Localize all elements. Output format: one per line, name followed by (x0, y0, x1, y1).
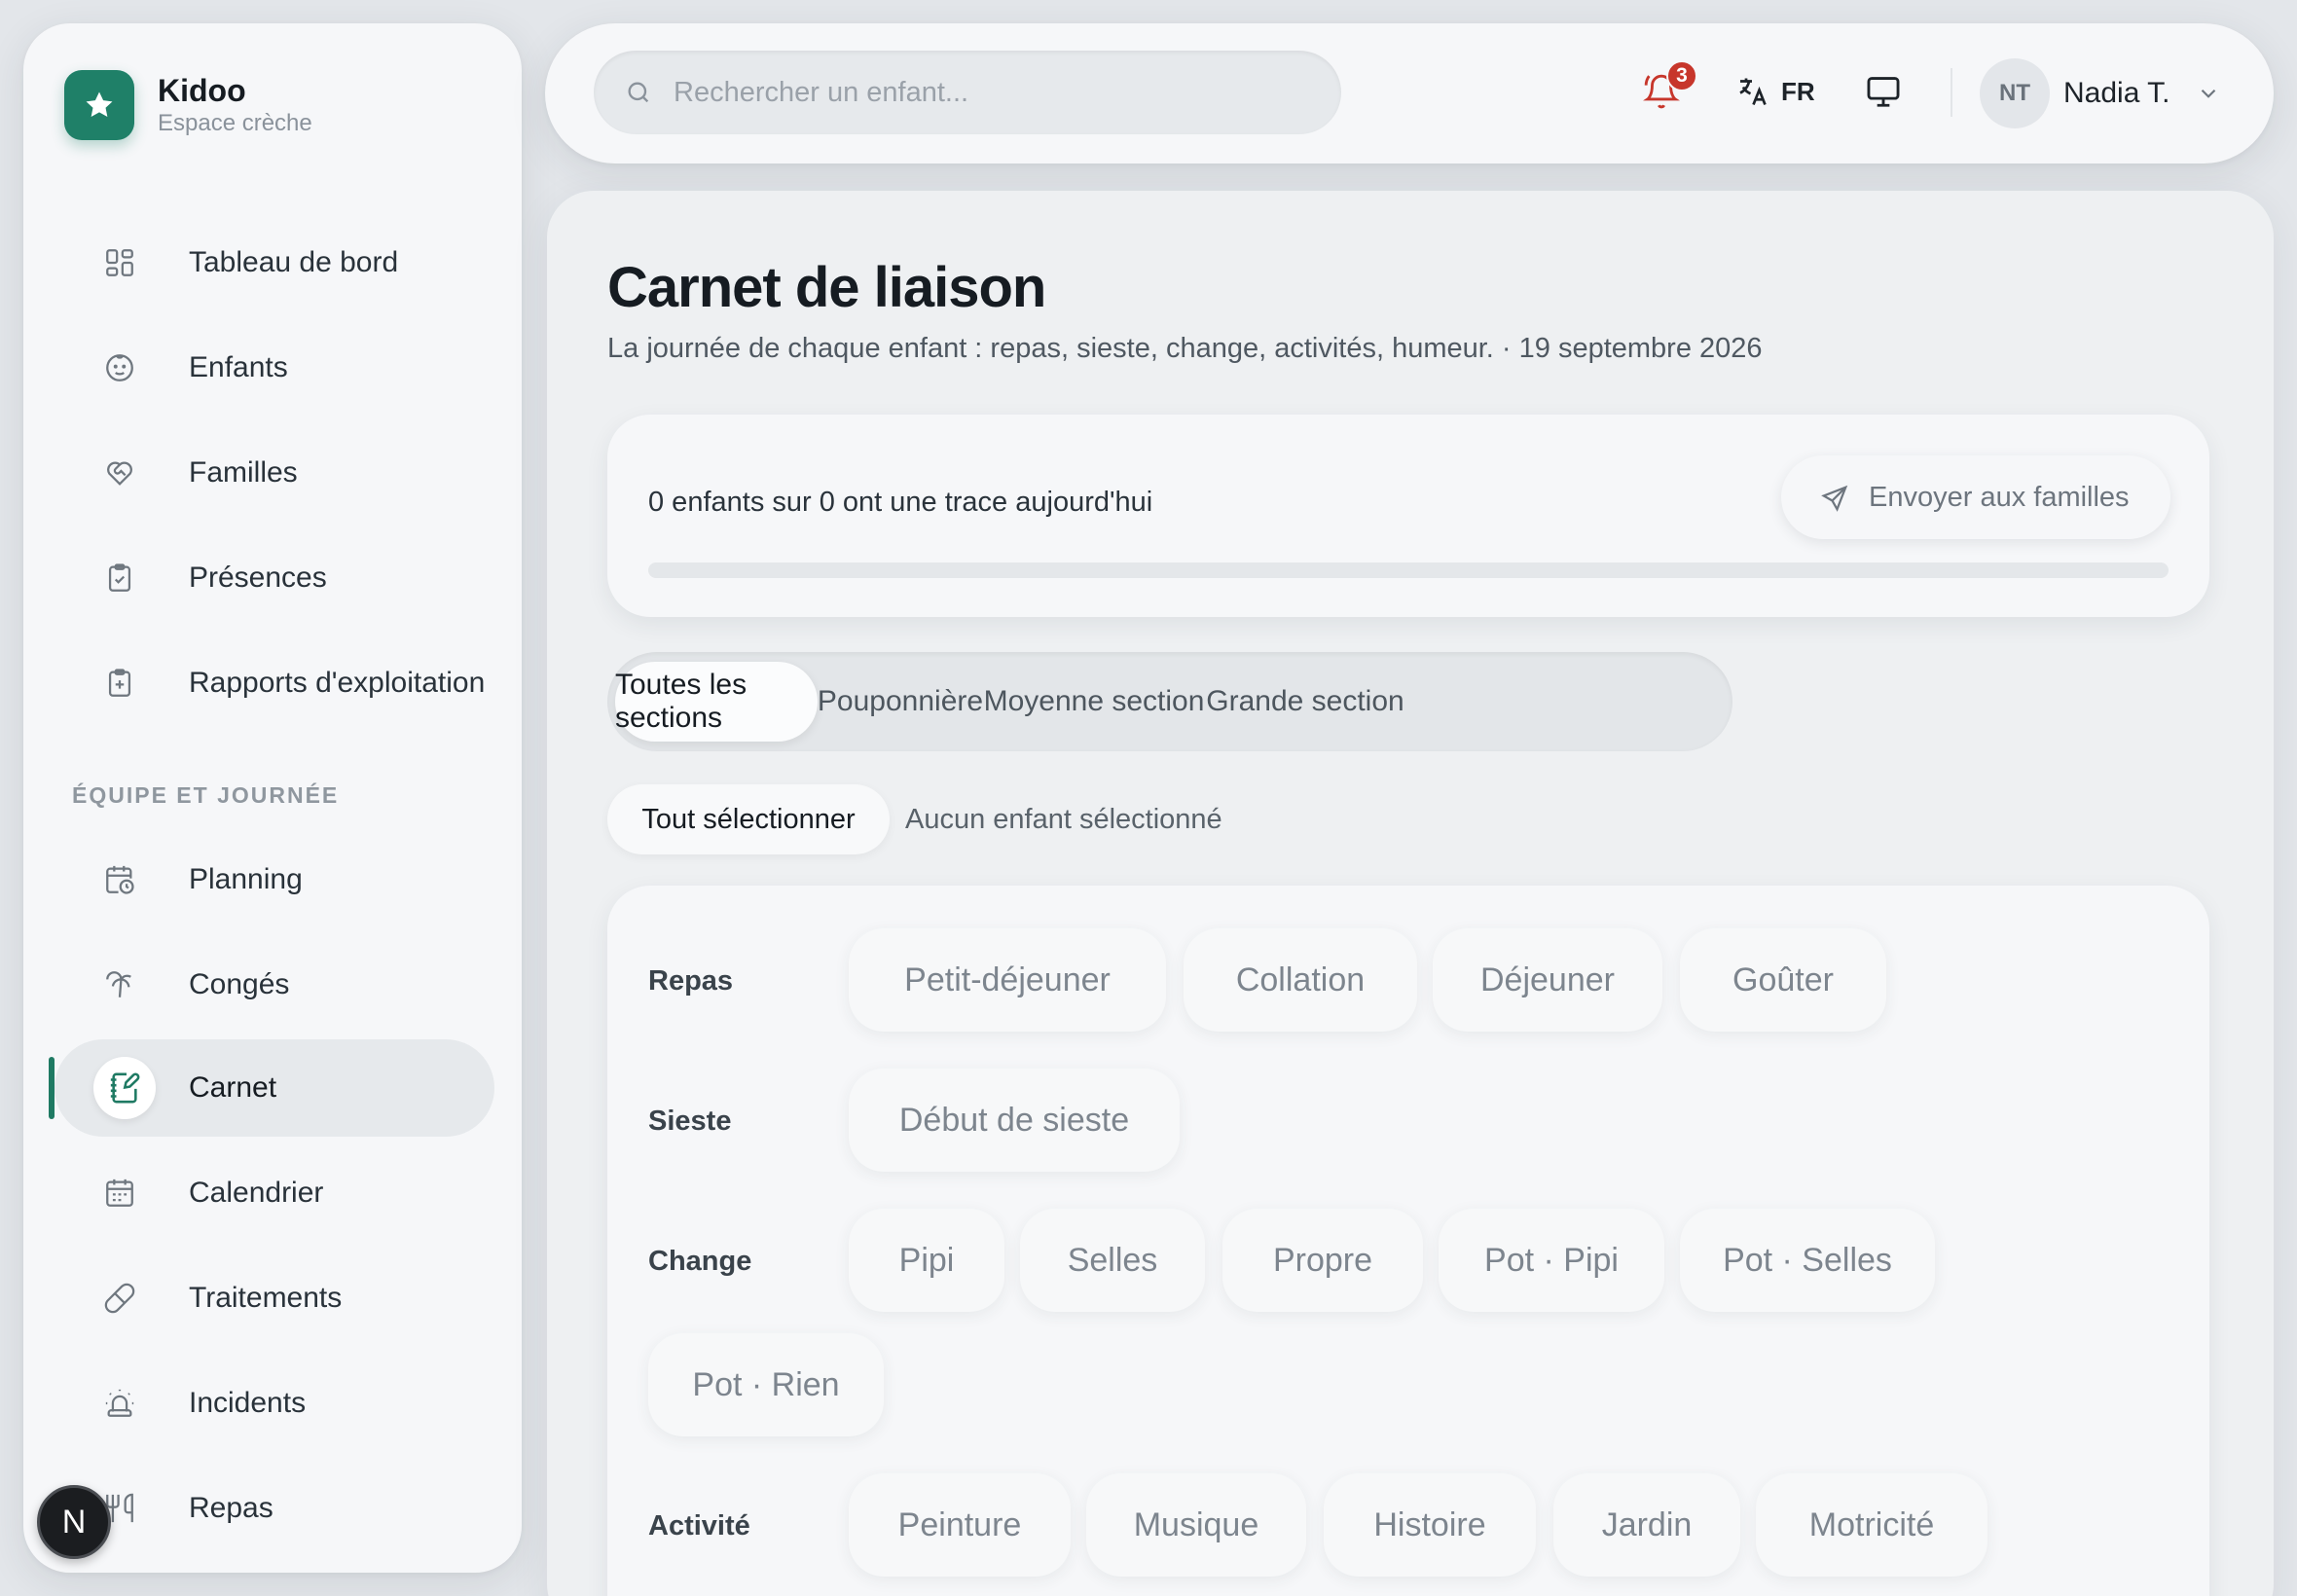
sidebar-item-presences[interactable]: Présences (55, 529, 494, 627)
page-title: Carnet de liaison (607, 256, 1046, 319)
main-panel: Carnet de liaison La journée de chaque e… (547, 191, 2274, 1596)
progress-text: 0 enfants sur 0 ont une trace aujourd'hu… (648, 487, 1153, 518)
sidebar-item-conges[interactable]: Congés (55, 936, 494, 1034)
chip-debut-de-sieste[interactable]: Début de sieste (849, 1069, 1180, 1172)
chip-histoire[interactable]: Histoire (1324, 1473, 1536, 1577)
chip-dejeuner[interactable]: Déjeuner (1433, 928, 1662, 1032)
tab-moyenne-section[interactable]: Moyenne section (983, 662, 1205, 742)
search-icon (628, 82, 649, 103)
chip-motricite[interactable]: Motricité (1756, 1473, 1987, 1577)
send-to-families-button[interactable]: Envoyer aux familles (1781, 455, 2170, 539)
sidebar-item-incidents[interactable]: Incidents (55, 1355, 494, 1452)
notification-count-badge: 3 (1666, 60, 1697, 91)
progress-card: 0 enfants sur 0 ont une trace aujourd'hu… (607, 415, 2209, 617)
language-switcher[interactable]: FR (1734, 72, 1815, 111)
chip-musique[interactable]: Musique (1086, 1473, 1306, 1577)
select-all-button[interactable]: Tout sélectionner (607, 784, 890, 854)
dev-tools-badge[interactable]: N (37, 1485, 111, 1559)
clipboard-plus-icon (108, 669, 131, 697)
calendar-icon (106, 1179, 133, 1207)
chip-jardin[interactable]: Jardin (1553, 1473, 1740, 1577)
siren-icon (105, 1389, 134, 1417)
sidebar-item-label: Traitements (189, 1282, 343, 1314)
search-input[interactable] (674, 68, 1316, 117)
language-label: FR (1781, 76, 1815, 106)
tab-pouponniere[interactable]: Pouponnière (818, 662, 983, 742)
topbar: 3 FR NT Nadia T. (545, 23, 2274, 163)
translate-icon (1739, 78, 1767, 106)
notifications-button[interactable]: 3 (1643, 60, 1697, 111)
chip-petit-dejeuner[interactable]: Petit-déjeuner (849, 928, 1166, 1032)
chip-selles[interactable]: Selles (1020, 1209, 1205, 1312)
sidebar-item-label: Carnet (189, 1071, 277, 1104)
chip-collation[interactable]: Collation (1184, 928, 1417, 1032)
user-name: Nadia T. (2063, 77, 2170, 109)
progress-bar (648, 562, 2169, 578)
calendar-clock-icon (106, 865, 134, 894)
row-label-sieste: Sieste (648, 1106, 732, 1137)
star-logo-icon (64, 70, 134, 140)
monitor-icon (1867, 77, 1900, 107)
dashboard-icon (106, 249, 133, 276)
sidebar-item-carnet[interactable]: Carnet (55, 1039, 494, 1137)
sidebar-item-label: Présences (189, 562, 327, 594)
sidebar-item-label: Congés (189, 968, 290, 1000)
palm-tree-icon (106, 971, 131, 998)
brand-name: Kidoo (158, 73, 246, 108)
selection-status: Aucun enfant sélectionné (905, 804, 1222, 835)
sidebar-section-title: ÉQUIPE ET JOURNÉE (72, 782, 340, 808)
send-icon (1821, 485, 1848, 512)
sidebar-item-traitements[interactable]: Traitements (55, 1250, 494, 1347)
avatar: NT (1980, 58, 2050, 128)
chip-pot-rien[interactable]: Pot · Rien (648, 1333, 884, 1436)
chip-propre[interactable]: Propre (1222, 1209, 1423, 1312)
brand[interactable]: Kidoo Espace crèche (64, 70, 312, 140)
sidebar-item-label: Enfants (189, 351, 288, 383)
sidebar-item-familles[interactable]: Familles (55, 424, 494, 522)
chip-pot-pipi[interactable]: Pot · Pipi (1439, 1209, 1664, 1312)
sidebar-item-label: Repas (189, 1492, 273, 1524)
send-button-label: Envoyer aux familles (1869, 481, 2130, 513)
chip-pot-selles[interactable]: Pot · Selles (1680, 1209, 1935, 1312)
sidebar-item-label: Incidents (189, 1387, 307, 1419)
sidebar: Kidoo Espace crèche Tableau de bord Enfa… (23, 23, 522, 1573)
quick-actions-card: Repas Petit-déjeuner Collation Déjeuner … (607, 886, 2209, 1596)
chip-pipi[interactable]: Pipi (849, 1209, 1004, 1312)
sidebar-item-repas[interactable]: Repas (55, 1460, 494, 1557)
baby-face-icon (106, 354, 133, 381)
sidebar-item-label: Tableau de bord (189, 246, 399, 278)
row-label-repas: Repas (648, 965, 734, 997)
sidebar-item-rapports[interactable]: Rapports d'exploitation (55, 635, 494, 732)
sidebar-item-label: Rapports d'exploitation (189, 667, 486, 699)
heart-handshake-icon (107, 461, 132, 486)
chip-gouter[interactable]: Goûter (1680, 928, 1886, 1032)
sidebar-item-label: Planning (189, 863, 303, 895)
brand-subtitle: Espace crèche (158, 110, 312, 136)
tab-grande-section[interactable]: Grande section (1205, 662, 1405, 742)
chevron-down-icon (2201, 89, 2215, 98)
sidebar-item-label: Familles (189, 456, 298, 489)
search-bar[interactable] (594, 51, 1341, 134)
sidebar-item-dashboard[interactable]: Tableau de bord (55, 214, 494, 311)
clipboard-check-icon (108, 563, 131, 592)
chip-peinture[interactable]: Peinture (849, 1473, 1071, 1577)
sidebar-item-label: Calendrier (189, 1177, 324, 1209)
sidebar-item-enfants[interactable]: Enfants (55, 319, 494, 417)
sidebar-item-planning[interactable]: Planning (55, 831, 494, 928)
notebook-pen-icon (110, 1072, 140, 1104)
tab-toutes-les-sections[interactable]: Toutes les sections (615, 662, 818, 742)
pill-icon (104, 1283, 135, 1314)
sidebar-item-calendrier[interactable]: Calendrier (55, 1144, 494, 1242)
row-label-activite: Activité (648, 1510, 750, 1542)
row-label-change: Change (648, 1246, 752, 1277)
section-tabs: Toutes les sections Pouponnière Moyenne … (607, 652, 1732, 751)
topbar-divider (1951, 68, 1952, 117)
page-subtitle: La journée de chaque enfant : repas, sie… (607, 333, 1763, 364)
user-menu[interactable]: NT Nadia T. (1980, 58, 2221, 128)
display-mode-button[interactable] (1865, 72, 1902, 111)
